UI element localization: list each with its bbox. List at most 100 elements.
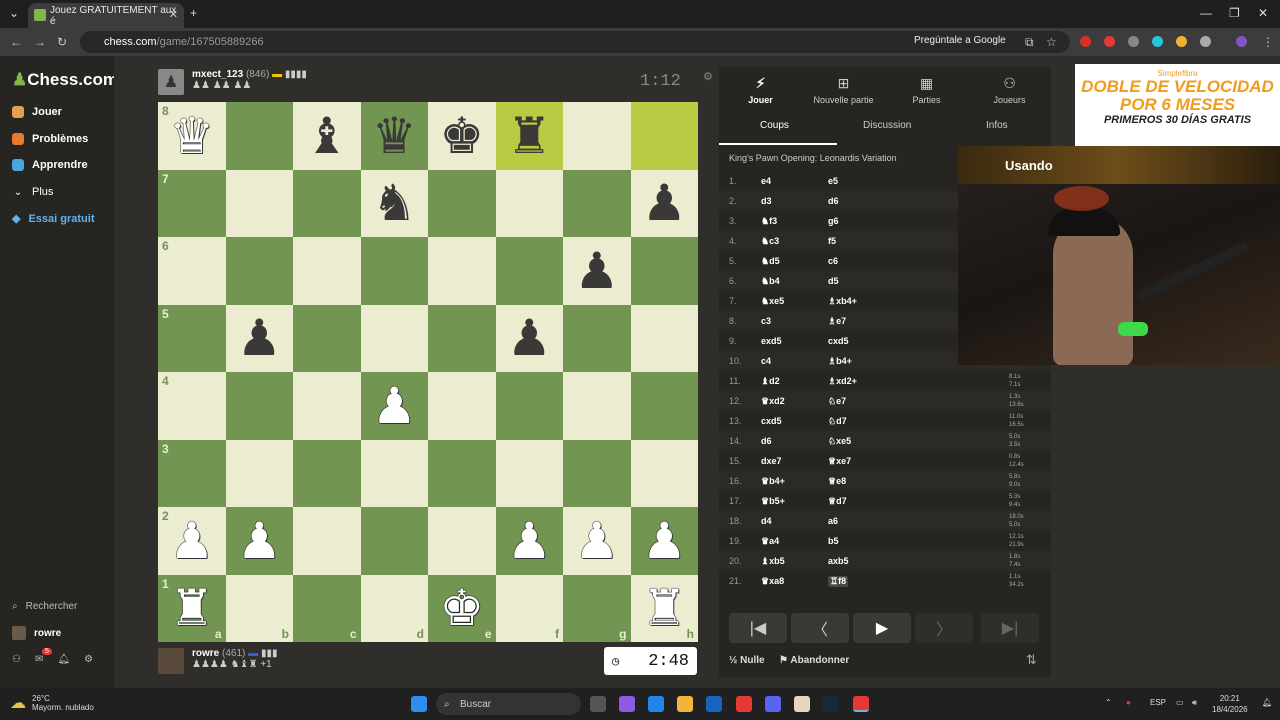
top-player-name[interactable]: mxect_123 (192, 69, 243, 80)
subtab-chat[interactable]: Discussion (863, 120, 911, 131)
square-b4[interactable] (225, 372, 293, 440)
square-e6[interactable] (428, 237, 496, 305)
window-close-icon[interactable]: ✕ (1258, 6, 1268, 20)
white-move[interactable]: c4 (761, 356, 771, 366)
new-tab-icon[interactable]: + (190, 6, 197, 20)
square-c3[interactable] (293, 439, 361, 507)
discord-icon[interactable] (765, 696, 781, 712)
black-move[interactable]: f5 (828, 236, 836, 246)
draw-button[interactable]: ½ Nulle (729, 655, 765, 666)
square-a5[interactable]: 5 (158, 304, 226, 372)
black-move[interactable]: ♗xd2+ (828, 376, 857, 387)
avatar[interactable] (158, 648, 184, 674)
square-h1[interactable]: h ♜ (630, 574, 698, 642)
black-move[interactable]: cxd5 (828, 336, 849, 346)
extension-icon[interactable] (1176, 36, 1187, 47)
white-pawn-icon[interactable]: ♟ (642, 516, 687, 566)
install-icon[interactable]: ⧉ (1025, 35, 1034, 50)
white-move[interactable]: ♞xe5 (761, 296, 784, 307)
square-b2[interactable]: ♟ (225, 507, 293, 575)
square-d8[interactable]: ♛ (360, 102, 428, 170)
back-icon[interactable]: ← (10, 35, 22, 49)
square-b8[interactable] (225, 102, 293, 170)
app-icon[interactable] (794, 696, 810, 712)
white-pawn-icon[interactable]: ♟ (507, 516, 552, 566)
square-e1[interactable]: e ♚ (428, 574, 496, 642)
sidebar-item-more[interactable]: ⌄ Plus (12, 186, 54, 198)
square-g5[interactable] (563, 304, 631, 372)
black-move[interactable]: ♖f8 (828, 575, 849, 587)
black-move[interactable]: ♘e7 (828, 396, 846, 407)
square-h3[interactable] (630, 439, 698, 507)
square-c5[interactable] (293, 304, 361, 372)
black-move[interactable]: d6 (828, 196, 839, 206)
play-button[interactable]: ▶ (853, 613, 911, 643)
task-view-icon[interactable] (590, 696, 606, 712)
black-king-icon[interactable]: ♚ (439, 111, 484, 161)
sidebar-item-free-trial[interactable]: ◆ Essai gratuit (12, 212, 95, 226)
square-c6[interactable] (293, 237, 361, 305)
language-indicator[interactable]: ESP (1150, 698, 1166, 707)
subtab-moves[interactable]: Coups (760, 120, 789, 131)
tab-new-game[interactable]: ⊞ Nouvelle partie (802, 75, 885, 105)
notifications-icon[interactable]: 🔔︎ (1262, 698, 1272, 707)
white-move[interactable]: ♛xd2 (761, 396, 785, 407)
square-b1[interactable]: b (225, 574, 293, 642)
white-move[interactable]: dxe7 (761, 456, 782, 466)
black-move[interactable]: e5 (828, 176, 838, 186)
steam-icon[interactable] (823, 696, 839, 712)
outlook-icon[interactable] (706, 696, 722, 712)
square-f2[interactable]: ♟ (495, 507, 563, 575)
square-f7[interactable] (495, 169, 563, 237)
white-king-icon[interactable]: ♚ (439, 583, 484, 633)
advertisement[interactable]: Simplefibra DOBLE DE VELOCIDAD POR 6 MES… (1075, 64, 1280, 146)
square-d1[interactable]: d (360, 574, 428, 642)
square-a8[interactable]: 8 ♛ (158, 102, 226, 170)
file-explorer-icon[interactable] (677, 696, 693, 712)
white-move[interactable]: cxd5 (761, 416, 782, 426)
white-move[interactable]: d6 (761, 436, 772, 446)
square-f8[interactable]: ♜ (495, 102, 563, 170)
white-move[interactable]: ♝d2 (761, 376, 780, 387)
black-rook-icon[interactable]: ♜ (507, 111, 552, 161)
black-move[interactable]: ♗xb4+ (828, 296, 857, 307)
previous-move-button[interactable]: 〈 (791, 613, 849, 643)
square-b3[interactable] (225, 439, 293, 507)
menu-icon[interactable]: ⋮ (1262, 35, 1274, 49)
square-h4[interactable] (630, 372, 698, 440)
square-b6[interactable] (225, 237, 293, 305)
chrome-icon[interactable] (736, 696, 752, 712)
forward-icon[interactable]: → (34, 35, 46, 49)
white-pawn-icon[interactable]: ♟ (169, 516, 214, 566)
sidebar-item-learn[interactable]: Apprendre (12, 159, 88, 171)
sidebar-search[interactable]: ⌕ Rechercher (12, 601, 77, 612)
opening-name[interactable]: King's Pawn Opening: Leonardis Variation (729, 153, 897, 163)
square-e4[interactable] (428, 372, 496, 440)
browser-tab[interactable]: Jouez GRATUITEMENT aux é ✕ (28, 3, 184, 28)
square-d7[interactable]: ♞ (360, 169, 428, 237)
tab-players[interactable]: ⚇ Joueurs (968, 75, 1051, 105)
white-rook-icon[interactable]: ♜ (642, 583, 687, 633)
subtab-info[interactable]: Infos (986, 120, 1008, 131)
square-c7[interactable] (293, 169, 361, 237)
black-move[interactable]: a6 (828, 516, 838, 526)
square-h5[interactable] (630, 304, 698, 372)
square-g8[interactable] (563, 102, 631, 170)
resign-button[interactable]: ⚑ Abandonner (779, 655, 849, 666)
edge-icon[interactable] (648, 696, 664, 712)
square-g4[interactable] (563, 372, 631, 440)
black-pawn-icon[interactable]: ♟ (237, 313, 282, 363)
square-f3[interactable] (495, 439, 563, 507)
tab-games[interactable]: ▦ Parties (885, 75, 968, 105)
square-g1[interactable]: g (563, 574, 631, 642)
tab-list-icon[interactable]: ⌄ (9, 6, 19, 20)
white-move[interactable]: c3 (761, 316, 771, 326)
extension-icon[interactable] (1152, 36, 1163, 47)
square-b7[interactable] (225, 169, 293, 237)
white-move[interactable]: ♞d5 (761, 256, 780, 267)
square-c1[interactable]: c (293, 574, 361, 642)
messages-icon[interactable]: ✉ 5 (35, 648, 52, 665)
extensions-puzzle-icon[interactable] (1200, 36, 1211, 47)
chess-logo[interactable]: ♟Chess.com (12, 70, 118, 90)
square-e7[interactable] (428, 169, 496, 237)
